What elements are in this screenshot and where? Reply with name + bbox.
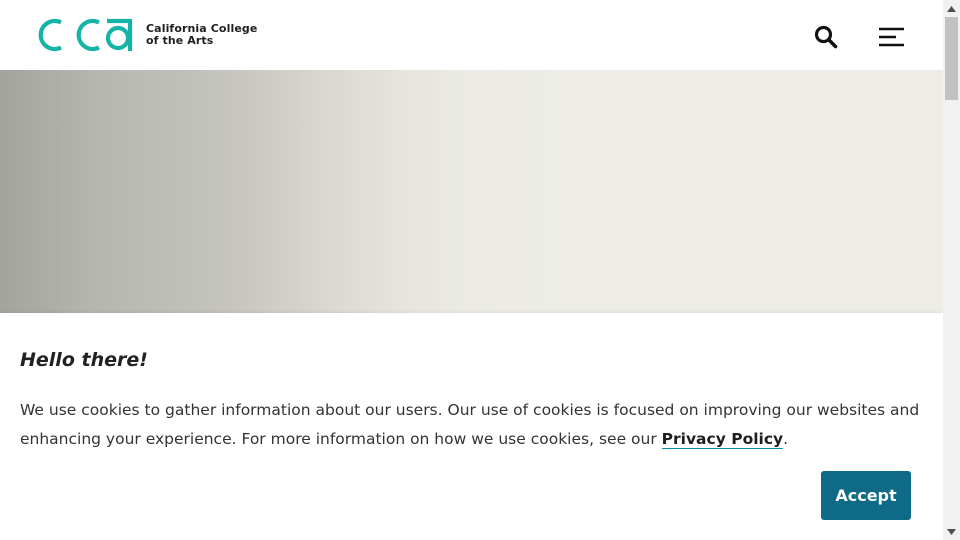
logo-line-2: of the Arts <box>146 34 214 47</box>
cookie-text-end: . <box>783 430 789 448</box>
scroll-up-button[interactable] <box>943 0 960 17</box>
menu-button[interactable] <box>876 23 906 51</box>
cca-logo-link[interactable]: California College of the Arts <box>30 16 266 54</box>
accept-cookies-button[interactable]: Accept <box>821 471 911 520</box>
search-icon <box>814 25 838 49</box>
search-button[interactable] <box>812 23 840 51</box>
page: California College of the Arts Hello the… <box>0 0 943 540</box>
site-header: California College of the Arts <box>0 0 943 70</box>
scrollbar-thumb[interactable] <box>945 17 958 100</box>
cookie-banner-title: Hello there! <box>20 349 148 371</box>
logo-wordmark: California College of the Arts <box>146 23 266 47</box>
scroll-down-arrow-icon <box>947 528 956 535</box>
page-scrollbar[interactable] <box>943 0 960 540</box>
scroll-down-button[interactable] <box>943 523 960 540</box>
cookie-banner-text: We use cookies to gather information abo… <box>20 396 920 454</box>
hero-image <box>0 70 943 313</box>
cookie-banner: Hello there! We use cookies to gather in… <box>0 313 943 540</box>
cca-logo-icon <box>38 18 133 52</box>
scroll-up-arrow-icon <box>947 5 956 12</box>
hamburger-menu-icon <box>879 27 904 47</box>
privacy-policy-link[interactable]: Privacy Policy <box>661 430 784 449</box>
